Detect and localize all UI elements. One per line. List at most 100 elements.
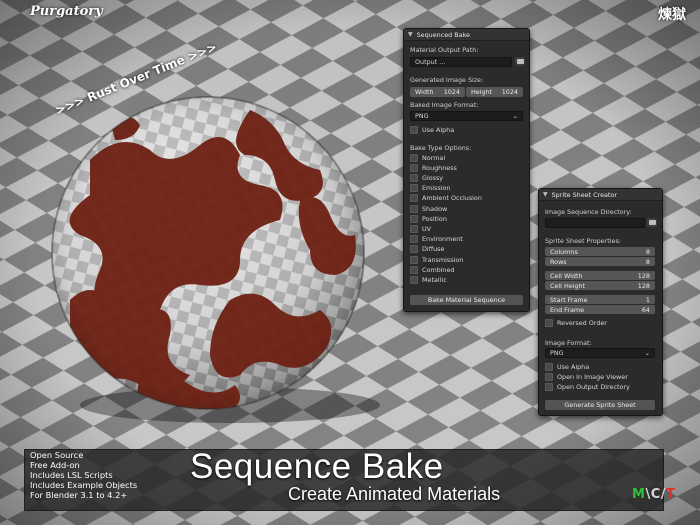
folder-icon[interactable] — [515, 57, 525, 66]
cell-width-field[interactable]: Cell Width 128 — [545, 271, 655, 280]
checkbox-box[interactable] — [410, 153, 418, 162]
sprite-sheet-header[interactable]: ▼ Sprite Sheet Creator — [539, 189, 662, 201]
baked-format-label: Baked Image Format: — [410, 101, 479, 109]
bake-type-checkbox[interactable]: Transmission — [410, 255, 463, 264]
checkbox-box[interactable] — [410, 275, 418, 284]
sequenced-bake-panel: ▼ Sequenced Bake Material Output Path: O… — [403, 28, 530, 312]
checkbox-box[interactable] — [545, 362, 553, 371]
start-frame-field[interactable]: Start Frame 1 — [545, 295, 655, 304]
feature-item: Free Add-on — [30, 460, 80, 470]
bake-type-label: Emission — [422, 184, 451, 193]
brand-logo: Purgatory — [30, 4, 103, 19]
open-in-viewer-label: Open In Image Viewer — [557, 372, 628, 381]
chevron-down-icon[interactable]: ▼ — [543, 191, 548, 198]
width-value: 1024 — [443, 88, 460, 96]
checkbox-box[interactable] — [410, 194, 418, 203]
end-frame-field[interactable]: End Frame 64 — [545, 305, 655, 314]
checkbox-box[interactable] — [410, 184, 418, 193]
image-format-select[interactable]: PNG ⌄ — [545, 348, 655, 358]
checkbox-box[interactable] — [410, 245, 418, 254]
bake-type-label: Transmission — [422, 255, 464, 264]
material-output-path-label: Material Output Path: — [410, 46, 479, 54]
sprite-sheet-title: Sprite Sheet Creator — [551, 190, 617, 199]
bake-type-checkbox[interactable]: UV — [410, 224, 431, 233]
bake-type-checkbox[interactable]: Emission — [410, 184, 450, 193]
checkbox-box[interactable] — [410, 163, 418, 172]
product-subtitle: Create Animated Materials — [288, 484, 501, 504]
reversed-order-label: Reversed Order — [557, 318, 607, 327]
rows-label: Rows — [550, 257, 567, 266]
bake-type-checkbox[interactable]: Combined — [410, 265, 454, 274]
cell-height-field[interactable]: Cell Height 128 — [545, 281, 655, 290]
bake-type-label: Roughness — [422, 163, 457, 172]
use-alpha-checkbox[interactable]: Use Alpha — [410, 125, 454, 134]
image-dir-input[interactable] — [545, 218, 645, 228]
cell-height-label: Cell Height — [550, 281, 586, 290]
checkbox-box[interactable] — [545, 318, 553, 327]
output-path-input[interactable]: Output ... — [410, 57, 512, 67]
rows-value: 8 — [645, 257, 650, 266]
folder-icon[interactable] — [647, 218, 657, 227]
bake-type-checkbox[interactable]: Diffuse — [410, 245, 444, 254]
baked-format-select[interactable]: PNG ⌄ — [410, 111, 523, 121]
sequenced-bake-header[interactable]: ▼ Sequenced Bake — [404, 29, 529, 41]
bake-type-checkbox[interactable]: Glossy — [410, 173, 443, 182]
bake-type-label: Combined — [422, 265, 455, 274]
bake-type-label: Diffuse — [422, 245, 445, 254]
checkbox-box[interactable] — [410, 125, 418, 134]
chevron-down-icon: ⌄ — [512, 112, 518, 120]
chevron-down-icon[interactable]: ▼ — [408, 31, 413, 38]
reversed-order-checkbox[interactable]: Reversed Order — [545, 318, 607, 327]
checkbox-box[interactable] — [410, 235, 418, 244]
generate-sprite-sheet-button[interactable]: Generate Sprite Sheet — [545, 400, 655, 410]
rows-field[interactable]: Rows 8 — [545, 257, 655, 266]
feature-item: For Blender 3.1 to 4.2+ — [30, 490, 128, 500]
image-dir-label: Image Sequence Directory: — [545, 208, 632, 216]
bake-type-checkbox[interactable]: Environment — [410, 235, 463, 244]
open-in-viewer-checkbox[interactable]: Open In Image Viewer — [545, 372, 628, 381]
chevron-down-icon: ⌄ — [644, 349, 650, 357]
sprite-use-alpha-checkbox[interactable]: Use Alpha — [545, 362, 589, 371]
checkbox-box[interactable] — [545, 372, 553, 381]
cell-height-value: 128 — [637, 281, 650, 290]
sequenced-bake-title: Sequenced Bake — [416, 30, 470, 39]
bake-type-checkbox[interactable]: Shadow — [410, 204, 447, 213]
use-alpha-label: Use Alpha — [422, 125, 455, 134]
sprite-sheet-panel: ▼ Sprite Sheet Creator Image Sequence Di… — [538, 188, 663, 416]
open-output-dir-label: Open Output Directory — [557, 382, 630, 391]
bake-type-checkbox[interactable]: Normal — [410, 153, 445, 162]
width-field[interactable]: Width 1024 — [410, 87, 465, 97]
bake-type-checkbox[interactable]: Position — [410, 214, 447, 223]
bake-type-checkbox[interactable]: Roughness — [410, 163, 457, 172]
checkbox-box[interactable] — [410, 255, 418, 264]
baked-format-value: PNG — [415, 112, 429, 120]
open-output-dir-checkbox[interactable]: Open Output Directory — [545, 382, 630, 391]
mcat-logo: M\C/T — [632, 487, 675, 502]
image-size-label: Generated Image Size: — [410, 76, 484, 84]
product-title: Sequence Bake — [190, 447, 444, 486]
feature-item: Includes LSL Scripts — [30, 470, 113, 480]
checkbox-box[interactable] — [410, 204, 418, 213]
bake-type-label: Shadow — [422, 204, 448, 213]
sprite-use-alpha-label: Use Alpha — [557, 362, 590, 371]
height-field[interactable]: Height 1024 — [466, 87, 523, 97]
cell-width-value: 128 — [637, 271, 650, 280]
checkbox-box[interactable] — [410, 224, 418, 233]
logo-c: C — [650, 487, 661, 502]
width-label: Width — [415, 88, 434, 96]
checkbox-box[interactable] — [410, 214, 418, 223]
kanji-logo: 煉獄 — [658, 7, 686, 23]
columns-field[interactable]: Columns 8 — [545, 247, 655, 256]
bake-type-label: Bake Type Options: — [410, 144, 472, 152]
bake-type-label: Position — [422, 214, 447, 223]
checkbox-box[interactable] — [410, 173, 418, 182]
properties-label: Sprite Sheet Properties: — [545, 237, 621, 245]
cell-width-label: Cell Width — [550, 271, 583, 280]
bake-material-sequence-button[interactable]: Bake Material Sequence — [410, 295, 523, 305]
bake-type-checkbox[interactable]: Metallic — [410, 275, 447, 284]
checkbox-box[interactable] — [545, 382, 553, 391]
columns-value: 8 — [645, 247, 650, 256]
feature-item: Includes Example Objects — [30, 480, 138, 490]
bake-type-checkbox[interactable]: Ambient Occlusion — [410, 194, 482, 203]
checkbox-box[interactable] — [410, 265, 418, 274]
